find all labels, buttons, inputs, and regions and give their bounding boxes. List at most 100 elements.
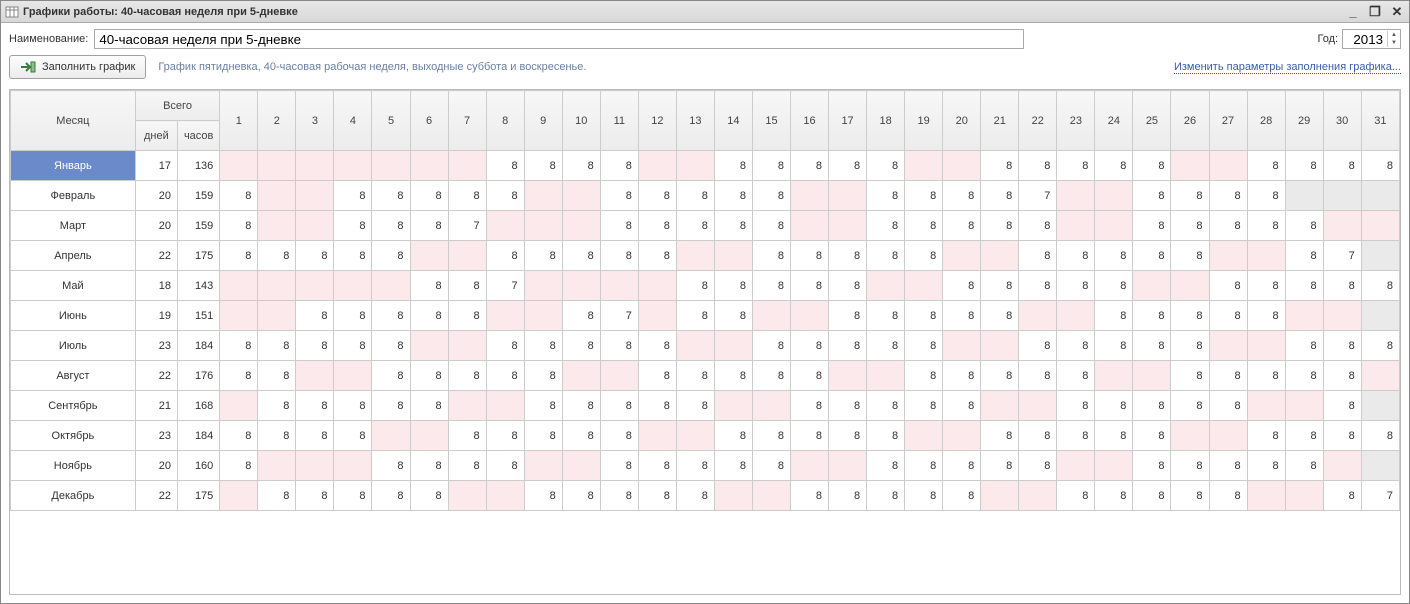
day-cell[interactable]: 8: [1209, 211, 1247, 241]
day-cell[interactable]: 8: [638, 181, 676, 211]
day-cell[interactable]: 8: [448, 271, 486, 301]
day-cell[interactable]: [638, 151, 676, 181]
day-cell[interactable]: 8: [829, 241, 867, 271]
day-cell[interactable]: [829, 361, 867, 391]
day-cell[interactable]: 8: [829, 421, 867, 451]
day-cell[interactable]: 8: [676, 391, 714, 421]
day-cell[interactable]: 8: [867, 211, 905, 241]
day-cell[interactable]: [562, 451, 600, 481]
day-cell[interactable]: 8: [1019, 421, 1057, 451]
day-cell[interactable]: 8: [1171, 181, 1209, 211]
hours-subheader[interactable]: часов: [178, 121, 220, 151]
day-cell[interactable]: 8: [1133, 241, 1171, 271]
day-cell[interactable]: 8: [791, 421, 829, 451]
day-cell[interactable]: [524, 271, 562, 301]
hours-total-cell[interactable]: 184: [178, 331, 220, 361]
day-cell[interactable]: 8: [981, 271, 1019, 301]
day-cell[interactable]: 8: [486, 181, 524, 211]
day-cell[interactable]: 8: [1247, 181, 1285, 211]
day-cell[interactable]: 8: [867, 451, 905, 481]
day-cell[interactable]: 8: [943, 271, 981, 301]
day-cell[interactable]: [1247, 331, 1285, 361]
day-cell[interactable]: [1323, 301, 1361, 331]
titlebar[interactable]: Графики работы: 40-часовая неделя при 5-…: [1, 1, 1409, 23]
day-cell[interactable]: 8: [905, 391, 943, 421]
day-cell[interactable]: [258, 271, 296, 301]
month-cell[interactable]: Август: [11, 361, 136, 391]
day-cell[interactable]: 8: [334, 301, 372, 331]
day-cell[interactable]: [1361, 361, 1399, 391]
day-cell[interactable]: [258, 451, 296, 481]
day-header[interactable]: 3: [296, 91, 334, 151]
day-cell[interactable]: 8: [220, 241, 258, 271]
month-cell[interactable]: Октябрь: [11, 421, 136, 451]
day-cell[interactable]: 8: [220, 361, 258, 391]
day-cell[interactable]: 8: [1019, 211, 1057, 241]
day-cell[interactable]: [410, 331, 448, 361]
day-cell[interactable]: 8: [562, 331, 600, 361]
day-cell[interactable]: 8: [791, 361, 829, 391]
day-cell[interactable]: [448, 391, 486, 421]
day-cell[interactable]: 8: [676, 451, 714, 481]
day-cell[interactable]: 8: [1057, 331, 1095, 361]
day-cell[interactable]: 8: [829, 481, 867, 511]
day-cell[interactable]: [448, 151, 486, 181]
day-cell[interactable]: 8: [1057, 151, 1095, 181]
day-cell[interactable]: 8: [448, 301, 486, 331]
day-cell[interactable]: 8: [1095, 331, 1133, 361]
day-cell[interactable]: 8: [486, 151, 524, 181]
day-header[interactable]: 31: [1361, 91, 1399, 151]
day-cell[interactable]: [486, 301, 524, 331]
day-header[interactable]: 25: [1133, 91, 1171, 151]
day-cell[interactable]: 8: [1209, 301, 1247, 331]
day-cell[interactable]: [752, 391, 790, 421]
month-cell[interactable]: Сентябрь: [11, 391, 136, 421]
day-cell[interactable]: [1361, 211, 1399, 241]
day-cell[interactable]: 8: [1171, 241, 1209, 271]
day-cell[interactable]: 8: [372, 451, 410, 481]
day-cell[interactable]: 8: [714, 151, 752, 181]
day-cell[interactable]: 8: [1171, 451, 1209, 481]
day-cell[interactable]: [296, 151, 334, 181]
day-cell[interactable]: 8: [220, 421, 258, 451]
days-total-cell[interactable]: 20: [135, 211, 177, 241]
day-cell[interactable]: 8: [829, 391, 867, 421]
day-cell[interactable]: 8: [486, 241, 524, 271]
day-cell[interactable]: [1285, 301, 1323, 331]
day-cell[interactable]: [867, 271, 905, 301]
day-cell[interactable]: 8: [296, 421, 334, 451]
day-cell[interactable]: 8: [1323, 421, 1361, 451]
days-total-cell[interactable]: 23: [135, 421, 177, 451]
day-cell[interactable]: 8: [600, 331, 638, 361]
day-cell[interactable]: 8: [981, 451, 1019, 481]
day-cell[interactable]: [981, 391, 1019, 421]
day-cell[interactable]: [1323, 451, 1361, 481]
day-cell[interactable]: 8: [1209, 361, 1247, 391]
day-cell[interactable]: 8: [1247, 421, 1285, 451]
day-cell[interactable]: 8: [905, 211, 943, 241]
day-cell[interactable]: 8: [1133, 211, 1171, 241]
day-header[interactable]: 2: [258, 91, 296, 151]
day-cell[interactable]: 8: [372, 181, 410, 211]
day-cell[interactable]: 8: [638, 331, 676, 361]
day-cell[interactable]: 8: [1209, 481, 1247, 511]
day-cell[interactable]: 8: [1019, 331, 1057, 361]
day-cell[interactable]: [1323, 181, 1361, 211]
day-cell[interactable]: 8: [867, 481, 905, 511]
day-cell[interactable]: 7: [1019, 181, 1057, 211]
hours-total-cell[interactable]: 159: [178, 211, 220, 241]
day-cell[interactable]: 8: [905, 451, 943, 481]
day-cell[interactable]: [1171, 421, 1209, 451]
day-cell[interactable]: 8: [372, 391, 410, 421]
month-cell[interactable]: Июль: [11, 331, 136, 361]
day-cell[interactable]: 8: [943, 451, 981, 481]
day-header[interactable]: 4: [334, 91, 372, 151]
day-cell[interactable]: 8: [334, 481, 372, 511]
day-cell[interactable]: 8: [943, 361, 981, 391]
day-cell[interactable]: 8: [600, 421, 638, 451]
day-header[interactable]: 29: [1285, 91, 1323, 151]
day-cell[interactable]: [296, 271, 334, 301]
day-cell[interactable]: 8: [1209, 391, 1247, 421]
day-cell[interactable]: 8: [714, 451, 752, 481]
day-cell[interactable]: 8: [1095, 481, 1133, 511]
